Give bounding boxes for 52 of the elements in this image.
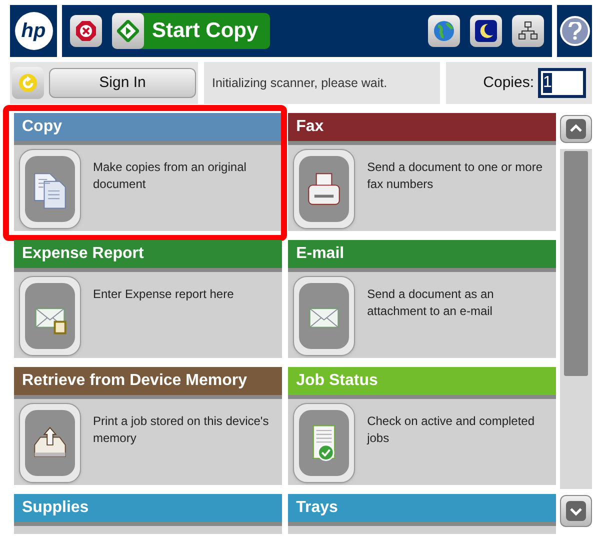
tile-icon-button[interactable]	[293, 276, 356, 356]
tile-description: Send a document to one or more fax numbers	[367, 159, 544, 193]
copies-label: Copies:	[483, 72, 534, 93]
chevron-up-icon	[566, 119, 586, 139]
tile-description: Send a document as an attachment to an e-mail	[367, 286, 495, 320]
chevron-down-icon	[566, 501, 586, 521]
tile-icon-button[interactable]	[19, 403, 81, 483]
start-button[interactable]: Start Copy	[112, 13, 270, 49]
tile-description: Check on active and completed jobs	[367, 413, 536, 447]
refresh-icon	[18, 73, 38, 93]
network-button[interactable]	[512, 15, 544, 47]
tile-body[interactable]: Make copies from an original document	[14, 145, 282, 231]
sign-in-button[interactable]: Sign In	[49, 68, 196, 98]
globe-icon	[433, 20, 455, 42]
moon-icon	[475, 20, 497, 42]
globe-button[interactable]	[428, 15, 460, 47]
help-icon	[568, 22, 582, 40]
tile-body[interactable]: Check on active and completed jobs	[288, 399, 556, 485]
tile-header[interactable]: E-mail	[288, 240, 556, 272]
help-button[interactable]	[560, 16, 590, 46]
tile-icon-button[interactable]	[19, 149, 81, 229]
scroll-down-button[interactable]	[560, 495, 592, 527]
tile-header[interactable]: Copy	[14, 113, 282, 145]
tile-description: Make copies from an original document	[93, 159, 248, 193]
tile-body[interactable]: Send a document as an attachment to an e-mail	[288, 272, 556, 358]
stop-icon	[75, 20, 97, 42]
tile-icon-button[interactable]	[19, 276, 81, 356]
tile-body[interactable]	[14, 526, 282, 534]
copy-icon	[25, 156, 75, 222]
tile-icon-button[interactable]	[293, 403, 356, 483]
tile-body[interactable]	[288, 526, 556, 534]
network-icon	[517, 20, 539, 42]
tile-header[interactable]: Fax	[288, 113, 556, 145]
tile-header[interactable]: Expense Report	[14, 240, 282, 272]
scroll-up-button[interactable]	[560, 115, 592, 143]
tile-body[interactable]: Print a job stored on this device's memory	[14, 399, 282, 485]
jobs-icon	[299, 410, 350, 476]
tile-header[interactable]: Retrieve from Device Memory	[14, 367, 282, 399]
retrieve-icon	[25, 410, 75, 476]
tile-body[interactable]: Send a document to one or more fax numbers	[288, 145, 556, 231]
status-message: Initializing scanner, please wait.	[212, 74, 388, 92]
sleep-button[interactable]	[470, 15, 502, 47]
fax-icon	[299, 156, 350, 222]
tile-body[interactable]: Enter Expense report here	[14, 272, 282, 358]
tile-description: Print a job stored on this device's memory	[93, 413, 270, 447]
tile-icon-button[interactable]	[293, 149, 356, 229]
hp-logo: hp	[14, 12, 52, 50]
stop-button[interactable]	[70, 15, 102, 47]
copies-field[interactable]: 1	[538, 68, 586, 98]
start-icon	[112, 13, 144, 49]
email-icon	[299, 283, 350, 349]
tile-description: Enter Expense report here	[93, 286, 235, 303]
